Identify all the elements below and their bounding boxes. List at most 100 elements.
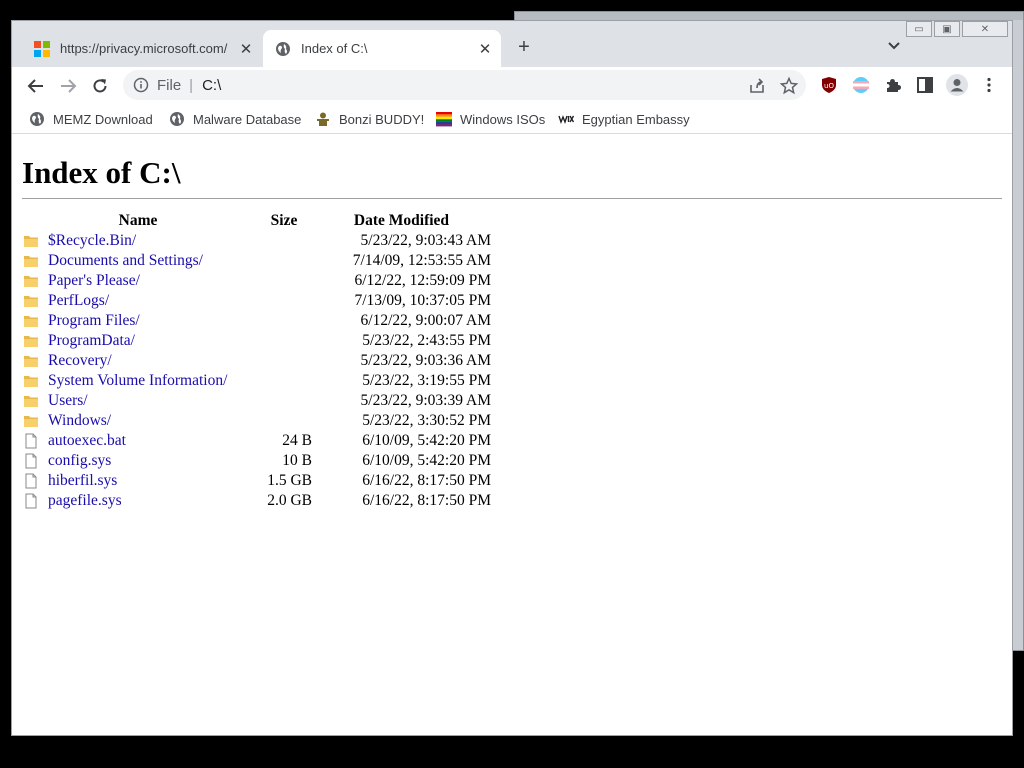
table-row: config.sys 10 B 6/10/09, 5:42:20 PM [20,451,491,471]
bookmark-malware-database[interactable]: Malware Database [169,105,301,133]
cell-date: 5/23/22, 9:03:36 AM [360,352,491,369]
bookmark-label: MEMZ Download [53,111,153,127]
file-link[interactable]: Recovery/ [48,352,112,370]
table-row: Recovery/5/23/22, 9:03:36 AM [20,351,491,371]
info-icon[interactable] [133,77,149,93]
table-header-row: Name Size Date Modified [20,211,491,231]
cell-size [256,271,312,291]
cell-size [256,311,312,331]
cell-size [256,231,312,251]
file-link[interactable]: Windows/ [48,412,111,430]
column-header-date[interactable]: Date Modified [312,211,491,231]
file-link[interactable]: Paper's Please/ [48,272,140,290]
file-link[interactable]: System Volume Information/ [48,372,227,390]
close-window-icon[interactable]: ✕ [962,21,1008,37]
cell-date: 7/13/09, 10:37:05 PM [354,292,491,309]
ublock-icon[interactable]: uO [820,76,838,94]
more-menu-icon[interactable] [980,76,998,94]
file-link[interactable]: ProgramData/ [48,332,135,350]
maximize-icon[interactable]: ▣ [934,21,960,37]
file-link[interactable]: hiberfil.sys [48,472,117,490]
file-icon [25,493,37,509]
cell-size [256,291,312,311]
table-row: Users/5/23/22, 9:03:39 AM [20,391,491,411]
bonzi-icon [317,112,329,126]
file-link[interactable]: Program Files/ [48,312,140,330]
cell-name: Users/ [20,391,256,411]
folder-icon [24,336,38,347]
bookmark-memz-download[interactable]: MEMZ Download [29,105,153,133]
back-arrow-icon[interactable] [23,73,49,99]
file-icon [25,473,37,489]
cell-size [256,331,312,351]
url-text[interactable]: C:\ [202,77,221,94]
cell-size [256,251,312,271]
file-link[interactable]: pagefile.sys [48,492,122,510]
chevron-down-icon[interactable] [884,35,904,55]
url-separator: | [189,76,194,94]
globe-icon [276,41,290,56]
cell-name: autoexec.bat [20,431,256,451]
bookmark-label: Bonzi BUDDY! [339,111,425,127]
forward-arrow-icon[interactable] [55,73,81,99]
cell-date: 6/12/22, 9:00:07 AM [360,312,491,329]
tab-title: Index of C:\ [301,41,368,56]
file-link[interactable]: autoexec.bat [48,432,126,450]
file-link[interactable]: Documents and Settings/ [48,252,203,270]
bookmark-label: Egyptian Embassy [582,111,690,127]
bookmarks-bar: MEMZ Download Malware Database Bonzi BUD… [12,105,1012,134]
star-icon[interactable] [779,76,799,96]
cell-date: 6/16/22, 8:17:50 PM [362,492,491,509]
folder-icon [24,376,38,387]
bookmark-windows-isos[interactable]: Windows ISOs [436,105,545,133]
reload-icon[interactable] [87,73,113,99]
tab-index-of-c[interactable]: Index of C:\ ✕ [263,30,501,67]
close-tab-icon[interactable]: ✕ [475,40,495,58]
url-scheme-label: File [157,76,182,94]
browser-window: https://privacy.microsoft.com/ ✕ Index o… [11,20,1013,736]
cell-date: 6/10/09, 5:42:20 PM [362,432,491,449]
globe-icon [30,112,44,126]
window-controls: ▭ ▣ ✕ [904,21,1008,39]
folder-icon [24,296,38,307]
minimize-icon[interactable]: ▭ [906,21,932,37]
bookmark-egyptian-embassy[interactable]: Egyptian Embassy [558,105,690,133]
cell-name: Windows/ [20,411,256,431]
profile-avatar-icon[interactable] [946,74,968,96]
table-row: Documents and Settings/7/14/09, 12:53:55… [20,251,491,271]
file-link[interactable]: $Recycle.Bin/ [48,232,136,250]
column-header-size[interactable]: Size [256,211,312,231]
tab-title: https://privacy.microsoft.com/ [60,41,228,56]
tab-microsoft-privacy[interactable]: https://privacy.microsoft.com/ ✕ [22,30,262,67]
cell-date: 5/23/22, 2:43:55 PM [362,332,491,349]
cell-date: 5/23/22, 3:30:52 PM [362,412,491,429]
cell-name: Recovery/ [20,351,256,371]
folder-icon [24,316,38,327]
listing-body: $Recycle.Bin/5/23/22, 9:03:43 AM Document… [20,231,491,511]
folder-icon [24,416,38,427]
table-row: Windows/5/23/22, 3:30:52 PM [20,411,491,431]
svg-text:uO: uO [824,82,834,90]
folder-icon [24,356,38,367]
column-header-name[interactable]: Name [20,211,256,231]
file-link[interactable]: config.sys [48,452,111,470]
table-row: $Recycle.Bin/5/23/22, 9:03:43 AM [20,231,491,251]
folder-icon [24,396,38,407]
cell-size [256,411,312,431]
trans-flag-extension-icon[interactable] [852,76,870,94]
share-icon[interactable] [747,76,767,96]
new-tab-icon[interactable]: + [512,35,536,59]
table-row: PerfLogs/7/13/09, 10:37:05 PM [20,291,491,311]
cell-name: ProgramData/ [20,331,256,351]
side-panel-icon[interactable] [916,76,934,94]
cell-name: $Recycle.Bin/ [20,231,256,251]
page-title: Index of C:\ [22,155,181,190]
file-link[interactable]: Users/ [48,392,88,410]
bookmark-label: Malware Database [193,111,302,127]
address-bar[interactable]: File | C:\ [123,70,806,100]
file-link[interactable]: PerfLogs/ [48,292,109,310]
cell-name: System Volume Information/ [20,371,256,391]
puzzle-icon[interactable] [884,76,902,94]
bookmark-bonzi-buddy[interactable]: Bonzi BUDDY! [315,105,424,133]
close-tab-icon[interactable]: ✕ [236,40,256,58]
